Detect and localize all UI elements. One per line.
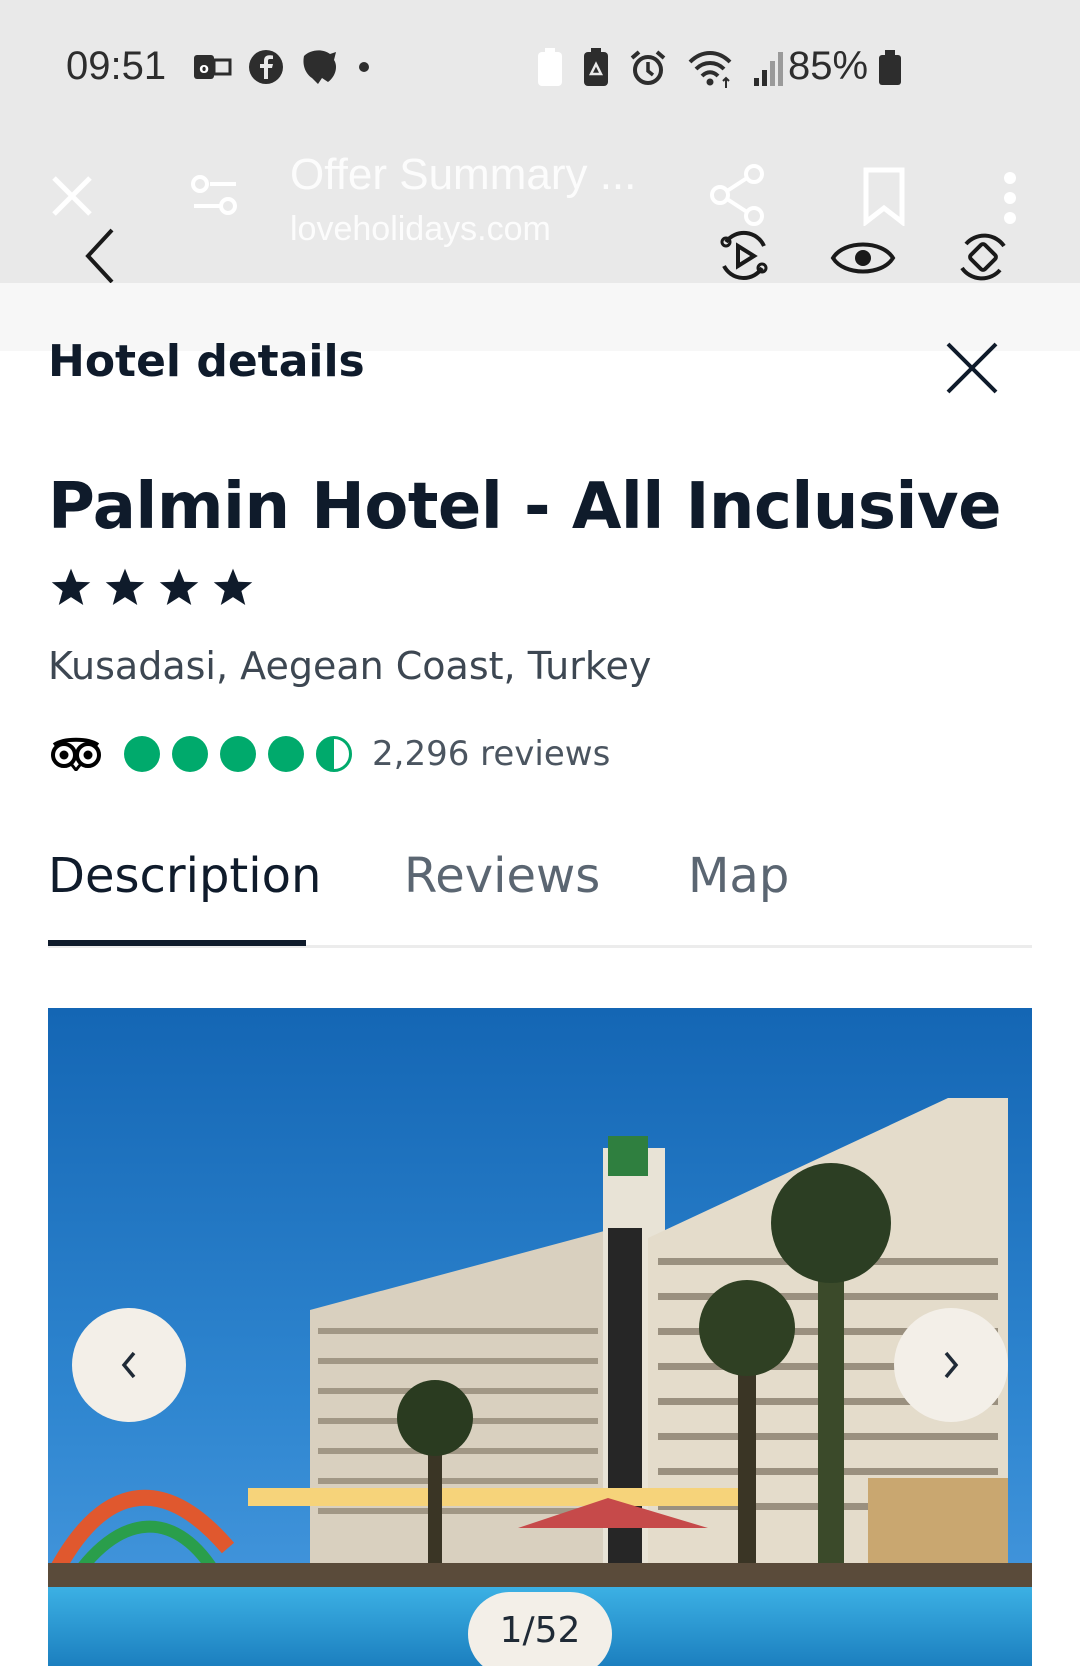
rating-bubbles [124,736,352,772]
rating-bubble-half [316,736,352,772]
rating-bubble-full [268,736,304,772]
next-photo-button[interactable] [894,1308,1008,1422]
page-url-faded[interactable]: loveholidays.com [290,210,551,249]
chevron-right-icon [944,1351,959,1379]
battery-recycle-icon [584,48,608,86]
bookmark-icon[interactable] [862,166,906,226]
rating-bubble-full [172,736,208,772]
star-rating [50,566,254,608]
hotel-tabs: Description Reviews Map [48,840,1032,948]
battery-saver-icon [538,48,562,86]
video-capture-icon[interactable] [716,228,772,284]
tripadvisor-rating: 2,296 reviews [50,734,610,774]
site-settings-icon[interactable] [190,174,240,218]
system-icons [536,48,788,88]
close-tab-icon[interactable] [50,174,94,218]
battery-percentage: 85% [788,44,869,88]
signal-icon [754,52,783,86]
rotate-screen-icon[interactable] [954,228,1012,286]
hotel-photo [48,1008,1032,1666]
tab-description[interactable]: Description [48,848,321,904]
lloyds-horse-icon [303,50,336,84]
hotel-photo-gallery[interactable]: 1/52 [48,1008,1032,1666]
star-icon [105,568,145,606]
back-arrow-icon[interactable] [82,226,118,286]
reviews-count[interactable]: 2,296 reviews [372,734,610,774]
chevron-left-icon [121,1351,136,1379]
svg-text:o: o [199,61,209,77]
hotel-name: Palmin Hotel - All Inclusive [48,470,1002,544]
prev-photo-button[interactable] [72,1308,186,1422]
browser-chrome: 09:51 o 85% Offer Summary ... loveholida… [0,0,1080,286]
battery-icon [879,50,901,85]
facebook-icon [249,50,283,84]
section-title: Hotel details [48,336,365,387]
eye-icon[interactable] [830,236,896,280]
more-menu-icon[interactable] [1000,170,1020,226]
active-tab-indicator [48,940,306,946]
star-icon [51,568,91,606]
tripadvisor-owl-icon [51,737,101,771]
outlook-icon: o [194,55,232,79]
more-notifications-dot-icon [359,62,369,72]
wifi-icon [688,51,732,88]
star-icon [159,568,199,606]
photo-counter: 1/52 [468,1592,612,1666]
tab-map[interactable]: Map [688,848,789,904]
rating-bubble-full [124,736,160,772]
share-icon[interactable] [708,164,766,226]
star-icon [213,568,253,606]
tab-reviews[interactable]: Reviews [404,848,600,904]
page-title-faded: Offer Summary ... [290,150,637,199]
alarm-icon [630,50,666,85]
hotel-location: Kusadasi, Aegean Coast, Turkey [48,644,652,688]
rating-bubble-full [220,736,256,772]
notification-icons: o [192,48,372,86]
status-time: 09:51 [66,44,167,88]
close-icon[interactable] [944,340,1000,396]
